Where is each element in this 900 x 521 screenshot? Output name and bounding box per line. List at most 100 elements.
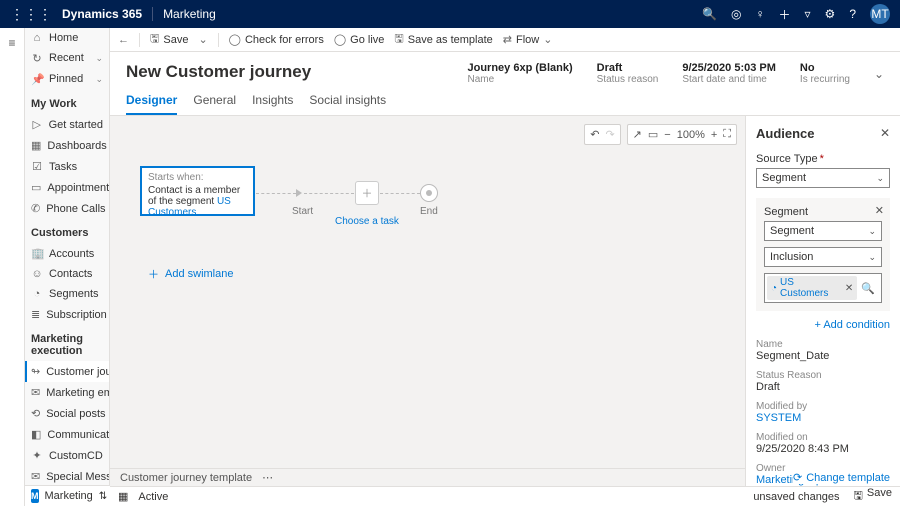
go-live[interactable]: ◯Go live <box>334 33 385 46</box>
calendar-icon: ▭ <box>31 181 41 194</box>
app-launcher-icon[interactable]: ⋮⋮⋮ <box>10 6 52 23</box>
check-circle-icon: ◯ <box>229 33 241 46</box>
settings-icon[interactable]: ⚙ <box>825 7 836 21</box>
chevron-down-icon: ⌄ <box>868 226 876 237</box>
flow-menu[interactable]: ⇄Flow⌄ <box>503 33 553 46</box>
nav-rail: ≡ <box>0 28 25 506</box>
back-button[interactable]: ← <box>118 34 129 46</box>
save-split[interactable]: ⌄ <box>198 33 207 46</box>
list-icon: ≣ <box>31 308 40 321</box>
tab-designer[interactable]: Designer <box>126 93 177 115</box>
close-icon[interactable]: ✕ <box>880 126 890 140</box>
sidebar: ⌂Home ↻Recent⌄ 📌Pinned⌄ My Work ▷Get sta… <box>25 28 110 506</box>
fullscreen[interactable]: ⛶ <box>723 128 731 141</box>
sidebar-get-started[interactable]: ▷Get started <box>25 114 109 135</box>
zoom-out[interactable]: − <box>664 129 670 141</box>
sidebar-tasks[interactable]: ☑Tasks <box>25 156 109 177</box>
task-icon[interactable]: ◎ <box>731 7 741 21</box>
sidebar-phone[interactable]: ✆Phone Calls <box>25 198 109 219</box>
segment-lookup[interactable]: ◔US Customers✕ 🔍 <box>764 273 882 303</box>
module-name: Marketing <box>152 7 216 21</box>
updown-icon: ⇅ <box>99 491 107 502</box>
record-header: New Customer journey Journey 6xp (Blank)… <box>110 52 900 85</box>
minimap-toggle[interactable]: ▭ <box>648 128 658 141</box>
play-icon: ▷ <box>31 118 43 131</box>
sidebar-customer-journeys[interactable]: ↬Customer journeys <box>25 361 109 382</box>
lookup-search-icon[interactable]: 🔍 <box>857 282 879 295</box>
add-swimlane[interactable]: ＋Add swimlane <box>148 266 233 282</box>
segment-chip: ◔US Customers✕ <box>767 276 857 300</box>
brand: Dynamics 365 <box>62 7 142 21</box>
tab-social[interactable]: Social insights <box>309 93 386 115</box>
tab-insights[interactable]: Insights <box>252 93 293 115</box>
sidebar-social[interactable]: ⟲Social posts <box>25 403 109 424</box>
undo-button[interactable]: ↶ <box>590 128 599 141</box>
tab-general[interactable]: General <box>193 93 236 115</box>
audience-node[interactable]: Starts when: Contact is a member of the … <box>140 166 255 216</box>
redo-button[interactable]: ↷ <box>605 128 614 141</box>
home-icon: ⌂ <box>31 32 43 44</box>
sidebar-segments[interactable]: ◔Segments <box>25 284 109 304</box>
sidebar-emails[interactable]: ✉Marketing emails <box>25 382 109 403</box>
sidebar-pinned[interactable]: 📌Pinned⌄ <box>25 69 109 90</box>
chip-remove[interactable]: ✕ <box>845 283 853 294</box>
flow-icon: ⇄ <box>503 33 512 46</box>
sidebar-home[interactable]: ⌂Home <box>25 28 109 48</box>
chevron-down-icon: ⌄ <box>198 33 207 46</box>
zoom-in[interactable]: + <box>711 129 717 141</box>
sidebar-dashboards[interactable]: ▦Dashboards <box>25 135 109 156</box>
segment-type-select[interactable]: Segment⌄ <box>764 221 882 241</box>
add-task-node[interactable]: ＋ <box>355 181 379 205</box>
area-badge: M <box>31 489 39 503</box>
designer-canvas[interactable]: ↶↷ ↗▭−100%+⛶ Starts when: Contact is a m… <box>110 116 745 506</box>
mail-icon: ✉ <box>31 386 40 399</box>
comm-icon: ◧ <box>31 428 41 441</box>
sidebar-appointments[interactable]: ▭Appointments <box>25 177 109 198</box>
save-button[interactable]: 🖫Save <box>150 30 188 49</box>
meta-status: Draft <box>597 62 659 74</box>
chevron-down-icon: ⌄ <box>95 53 103 64</box>
avatar[interactable]: MT <box>870 4 890 24</box>
sidebar-accounts[interactable]: 🏢Accounts <box>25 243 109 264</box>
save-icon: 🖫 <box>150 30 159 49</box>
add-condition[interactable]: + Add condition <box>814 319 890 331</box>
check-icon: ☑ <box>31 160 43 173</box>
group-marketing-exec: Marketing execution <box>25 325 109 361</box>
back-icon: ← <box>118 34 129 46</box>
area-label: Marketing <box>45 490 93 502</box>
change-template[interactable]: ⟳Change template <box>793 471 890 484</box>
add-icon[interactable]: ＋ <box>779 6 791 23</box>
pane-title: Audience <box>756 126 890 141</box>
sidebar-subs[interactable]: ≣Subscription lists <box>25 304 109 325</box>
assistant-icon[interactable]: ♀ <box>756 7 765 21</box>
sidebar-custom[interactable]: ✦CustomCD <box>25 445 109 466</box>
remove-segment-icon[interactable]: ✕ <box>875 204 884 217</box>
footer-save[interactable]: 🖫Save <box>854 487 892 506</box>
source-type-select[interactable]: Segment⌄ <box>756 168 890 188</box>
chevron-down-icon: ⌄ <box>95 74 103 85</box>
inclusion-select[interactable]: Inclusion⌄ <box>764 247 882 267</box>
choose-task-link[interactable]: Choose a task <box>335 216 399 227</box>
search-icon[interactable]: 🔍 <box>702 7 717 21</box>
connector-tool[interactable]: ↗ <box>633 128 642 141</box>
modified-by[interactable]: SYSTEM <box>756 412 890 424</box>
sidebar-recent[interactable]: ↻Recent⌄ <box>25 48 109 69</box>
sidebar-contacts[interactable]: ☺Contacts <box>25 264 109 284</box>
template-icon: 🖫 <box>394 30 403 49</box>
plus-icon: ＋ <box>148 266 159 282</box>
footer-icon[interactable]: ▦ <box>118 490 128 503</box>
area-switcher[interactable]: M Marketing ⇅ <box>25 485 110 506</box>
end-node[interactable] <box>420 184 438 202</box>
check-errors[interactable]: ◯Check for errors <box>229 33 324 46</box>
meta-recurring: No <box>800 62 850 74</box>
help-icon[interactable]: ? <box>849 7 856 21</box>
chevron-down-icon: ⌄ <box>876 173 884 184</box>
template-more[interactable]: ⋯ <box>262 471 273 484</box>
sidebar-special[interactable]: ✉Special Messages <box>25 466 109 487</box>
start-label: Start <box>292 206 313 217</box>
save-template[interactable]: 🖫Save as template <box>394 30 492 49</box>
header-expand[interactable]: ⌄ <box>874 67 884 81</box>
hamburger-icon[interactable]: ≡ <box>8 36 15 50</box>
sidebar-comm[interactable]: ◧Communication D… <box>25 424 109 445</box>
filter-icon[interactable]: ▿ <box>805 7 811 21</box>
